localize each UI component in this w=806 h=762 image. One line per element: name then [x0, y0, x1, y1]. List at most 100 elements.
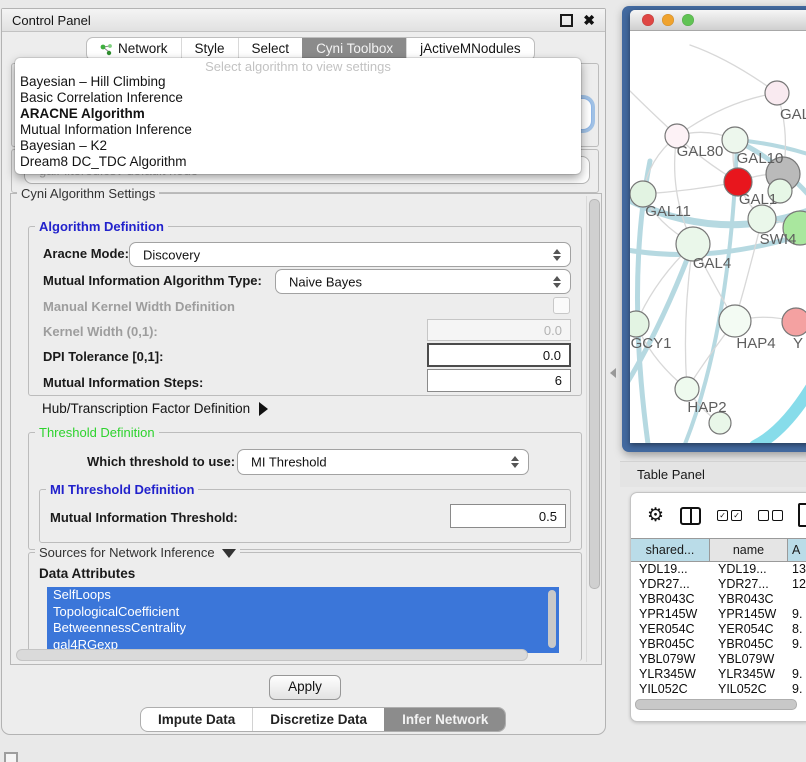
table-row[interactable]: YPR145WYPR145W9. [631, 607, 806, 622]
table-row[interactable]: YER054CYER054C8. [631, 622, 806, 637]
node-label: GCY1 [631, 335, 672, 352]
table-cell: 9. [788, 682, 806, 697]
settings-vertical-scrollbar[interactable] [586, 196, 600, 662]
algorithm-item-bayesian-hill-climbing[interactable]: Bayesian – Hill Climbing [15, 74, 581, 90]
node-label: GAL1 [739, 191, 777, 208]
node-label: GAL10 [737, 150, 784, 167]
mi-threshold-field[interactable]: 0.5 [450, 504, 566, 528]
bottom-tabbar: Impute DataDiscretize DataInfer Network [140, 707, 506, 732]
settings-group-title: Cyni Algorithm Settings [17, 186, 159, 201]
threshold-definition-group: Threshold Definition Which threshold to … [28, 432, 582, 550]
column-header-name[interactable]: name [710, 539, 788, 561]
apply-button[interactable]: Apply [269, 675, 341, 700]
close-light-icon[interactable] [642, 14, 654, 26]
table-cell: YBR043C [710, 592, 788, 607]
network-graph[interactable]: GALGAL80GAL10GAL11SWI4GAL4GCY1HAP4YHAP2G… [630, 31, 806, 443]
kernel-width-label: Kernel Width (0,1): [43, 324, 158, 339]
algorithm-item-bayesian-k2[interactable]: Bayesian – K2 [15, 138, 581, 154]
network-node-hap2[interactable] [675, 377, 699, 401]
algorithm-definition-group: Algorithm Definition Aracne Mode: Discov… [28, 226, 582, 396]
algorithm-item-mutual-information-inference[interactable]: Mutual Information Inference [15, 122, 581, 138]
table-cell: YDL19... [710, 562, 788, 577]
table-row[interactable]: YDR27...YDR27...12 [631, 577, 806, 592]
table-row[interactable]: YBL079WYBL079W [631, 652, 806, 667]
network-node-gal[interactable] [765, 81, 789, 105]
tab-jactivemnodules[interactable]: jActiveMNodules [406, 38, 534, 60]
float-window-icon[interactable] [560, 14, 573, 27]
mi-algorithm-type-combo[interactable]: Naive Bayes [275, 269, 571, 294]
which-threshold-combo[interactable]: MI Threshold [237, 449, 529, 475]
hub-transcription-toggle[interactable]: Hub/Transcription Factor Definition [42, 401, 268, 416]
mi-algorithm-type-value: Naive Bayes [289, 274, 362, 289]
aracne-mode-combo[interactable]: Discovery [129, 242, 571, 267]
network-window-titlebar[interactable] [630, 10, 806, 31]
table-panel-body: ⚙ ✓✓ shared...nameA YDL19...YDL19...13YD… [630, 492, 806, 722]
stepper-icon [553, 276, 561, 288]
sources-group: Sources for Network Inference Data Attri… [28, 552, 582, 661]
mi-threshold-value: 0.5 [539, 509, 557, 524]
zoom-light-icon[interactable] [682, 14, 694, 26]
attribute-selfloops[interactable]: SelfLoops [47, 587, 559, 604]
corner-mini-button[interactable] [4, 752, 18, 762]
table-cell: YER054C [710, 622, 788, 637]
table-row[interactable]: YDL19...YDL19...13 [631, 562, 806, 577]
table-cell: YLR345W [710, 667, 788, 682]
unchecked-pair-icon[interactable] [758, 510, 783, 521]
table-cell: 8. [788, 622, 806, 637]
gear-icon[interactable]: ⚙ [647, 506, 664, 525]
node-label: Y [793, 335, 803, 352]
columns-icon[interactable] [680, 507, 701, 525]
kernel-width-field[interactable]: 0.0 [427, 319, 571, 341]
bottom-tab-infer-network[interactable]: Infer Network [384, 708, 505, 731]
close-window-icon[interactable]: ✖ [583, 13, 595, 27]
table-row[interactable]: YLR345WYLR345W9. [631, 667, 806, 682]
algorithm-item-aracne-algorithm[interactable]: ARACNE Algorithm [15, 106, 581, 122]
mi-steps-value: 6 [555, 373, 562, 388]
data-attributes-label: Data Attributes [39, 566, 135, 581]
panel-splitter-handle[interactable] [610, 368, 616, 378]
checked-pair-icon[interactable]: ✓✓ [717, 510, 742, 521]
tab-network[interactable]: Network [87, 38, 181, 60]
tab-style[interactable]: Style [181, 38, 238, 60]
tab-label: jActiveMNodules [420, 38, 521, 60]
table-row[interactable]: YIL052CYIL052C9. [631, 682, 806, 697]
bottom-tab-impute-data[interactable]: Impute Data [141, 708, 252, 731]
network-node-gcy1[interactable] [630, 311, 649, 337]
network-edge[interactable] [690, 45, 777, 93]
mi-steps-field[interactable]: 6 [427, 369, 571, 392]
node-label: HAP4 [736, 335, 775, 352]
table-cell: YDR27... [710, 577, 788, 592]
document-icon[interactable] [798, 503, 806, 527]
minimize-light-icon[interactable] [662, 14, 674, 26]
column-header-shared[interactable]: shared... [631, 539, 710, 561]
table-row[interactable]: YBR043CYBR043C [631, 592, 806, 607]
table-horizontal-scrollbar[interactable] [635, 699, 797, 710]
bottom-tab-discretize-data[interactable]: Discretize Data [252, 708, 384, 731]
tab-select[interactable]: Select [238, 38, 303, 60]
network-canvas[interactable]: GALGAL80GAL10GAL11SWI4GAL4GCY1HAP4YHAP2G… [630, 31, 806, 443]
settings-horizontal-scrollbar[interactable] [16, 649, 528, 661]
algorithm-item-basic-correlation-inference[interactable]: Basic Correlation Inference [15, 90, 581, 106]
network-edge[interactable] [755, 383, 806, 443]
table-row[interactable]: YBR045CYBR045C9. [631, 637, 806, 652]
attributes-scrollbar[interactable] [548, 590, 556, 648]
algorithm-item-dream8-dc-tdc-algorithm[interactable]: Dream8 DC_TDC Algorithm [15, 154, 581, 170]
kernel-width-value: 0.0 [544, 323, 562, 338]
control-panel-titlebar: Control Panel ✖ [2, 9, 605, 32]
attribute-topologicalcoefficient[interactable]: TopologicalCoefficient [47, 604, 559, 621]
tab-cyni-toolbox[interactable]: Cyni Toolbox [302, 38, 406, 60]
tab-label: Style [195, 38, 225, 60]
network-node-y[interactable] [782, 308, 806, 336]
table-cell: YPR145W [710, 607, 788, 622]
table-toolbar: ⚙ ✓✓ [631, 493, 806, 538]
which-threshold-value: MI Threshold [251, 455, 327, 470]
network-node-swi4[interactable] [748, 205, 776, 233]
table-cell: YBL079W [710, 652, 788, 667]
threshold-definition-title: Threshold Definition [35, 425, 159, 440]
sources-toggle[interactable]: Sources for Network Inference [35, 545, 240, 560]
dpi-tolerance-field[interactable]: 0.0 [427, 343, 571, 367]
column-header-a[interactable]: A [788, 539, 806, 561]
attribute-betweennesscentrality[interactable]: BetweennessCentrality [47, 620, 559, 637]
manual-kernel-width-checkbox[interactable] [553, 297, 570, 314]
network-node-hap4[interactable] [719, 305, 751, 337]
